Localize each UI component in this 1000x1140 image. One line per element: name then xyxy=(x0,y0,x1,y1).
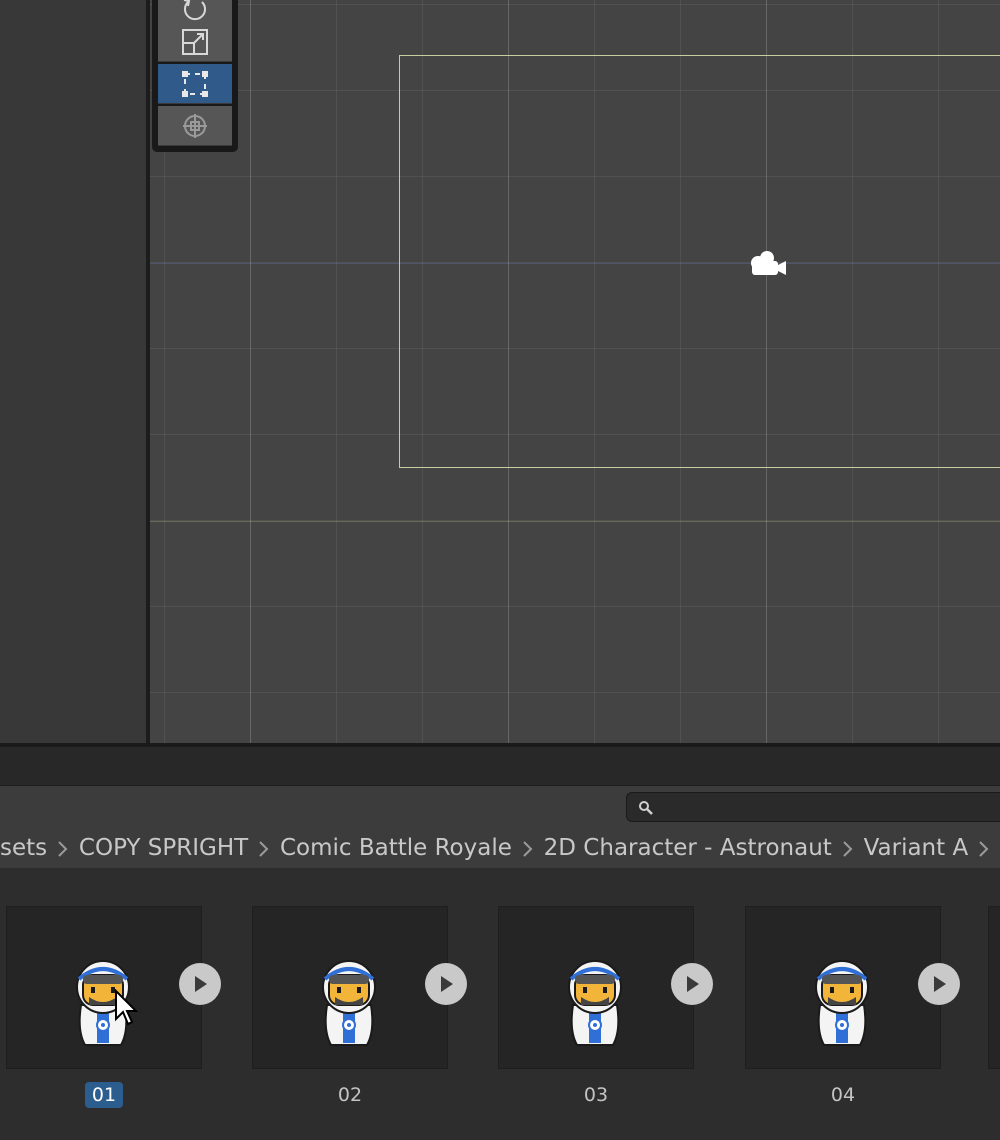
chevron-right-icon xyxy=(248,835,280,861)
play-icon xyxy=(441,976,453,992)
grid-line xyxy=(150,521,1000,522)
asset-grid: 01 02 03 04 xyxy=(0,868,1000,1140)
play-icon xyxy=(195,976,207,992)
search-icon xyxy=(639,801,653,815)
chevron-right-icon xyxy=(47,835,79,861)
project-tab-bar xyxy=(0,747,1000,786)
play-button[interactable] xyxy=(671,963,713,1005)
asset-card[interactable] xyxy=(498,906,713,1069)
hierarchy-panel xyxy=(0,0,146,743)
astronaut-sprite xyxy=(815,960,869,1046)
breadcrumb: sets COPY SPRIGHT Comic Battle Royale 2D… xyxy=(0,828,1000,868)
asset-label[interactable]: 04 xyxy=(745,1084,941,1106)
project-toolbar xyxy=(0,786,1000,829)
transform-icon xyxy=(183,113,207,138)
search-input[interactable] xyxy=(626,792,1000,822)
grid-line xyxy=(250,0,251,743)
play-button[interactable] xyxy=(918,963,960,1005)
asset-label[interactable]: 03 xyxy=(498,1084,694,1106)
scale-icon xyxy=(182,28,208,55)
chevron-right-icon xyxy=(832,835,864,861)
camera-bounds xyxy=(399,55,1000,468)
asset-card[interactable] xyxy=(988,906,1000,1069)
play-icon xyxy=(687,976,699,992)
breadcrumb-item-variant-a[interactable]: Variant A xyxy=(864,835,969,861)
camera-icon[interactable] xyxy=(746,246,790,278)
breadcrumb-item-astronaut[interactable]: 2D Character - Astronaut xyxy=(544,835,832,861)
chevron-right-icon xyxy=(968,835,1000,861)
scene-view[interactable] xyxy=(150,0,1000,743)
play-icon xyxy=(934,976,946,992)
rect-tool-button[interactable] xyxy=(158,64,232,104)
transform-tool-button[interactable] xyxy=(158,106,232,146)
breadcrumb-item-assets[interactable]: sets xyxy=(0,835,47,861)
astronaut-sprite xyxy=(322,960,376,1046)
rect-transform-icon xyxy=(182,70,208,97)
chevron-right-icon xyxy=(512,835,544,861)
asset-label[interactable]: 02 xyxy=(252,1084,448,1106)
asset-card[interactable] xyxy=(745,906,960,1069)
play-button[interactable] xyxy=(425,963,467,1005)
scale-tool-button[interactable] xyxy=(158,22,232,62)
breadcrumb-item-comic-battle-royale[interactable]: Comic Battle Royale xyxy=(280,835,512,861)
asset-card[interactable] xyxy=(252,906,467,1069)
mouse-cursor-icon xyxy=(115,989,138,1026)
play-button[interactable] xyxy=(179,963,221,1005)
asset-label[interactable]: 01 xyxy=(6,1082,202,1108)
scene-tools-overlay xyxy=(152,0,238,152)
astronaut-sprite xyxy=(568,960,622,1046)
breadcrumb-item-copy-spright[interactable]: COPY SPRIGHT xyxy=(79,835,248,861)
asset-card[interactable] xyxy=(6,906,221,1069)
